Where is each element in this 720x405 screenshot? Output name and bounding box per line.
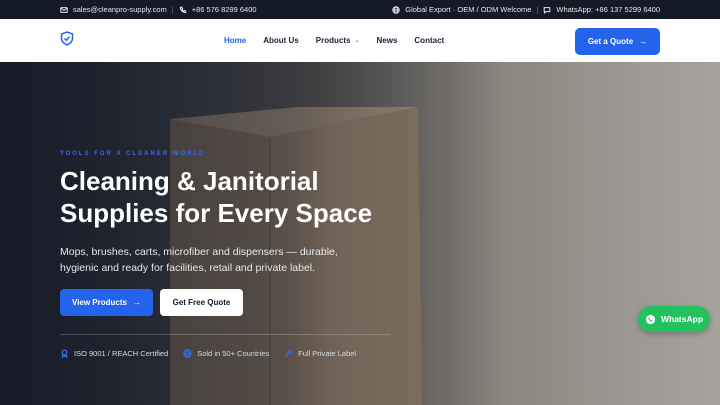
phone-icon [179, 6, 187, 13]
get-free-quote-button[interactable]: Get Free Quote [160, 289, 243, 316]
separator: | [536, 5, 539, 14]
nav-home[interactable]: Home [224, 36, 246, 45]
export-info: Global Export · OEM / ODM Welcome | What… [392, 5, 660, 14]
arrow-right-icon: → [639, 37, 648, 46]
badge-certified: ISO 9001 / REACH Certified [60, 349, 168, 358]
nav-products[interactable]: Products ⌄ [316, 36, 360, 45]
contact-info: sales@cleanpro-supply.com | +86 576 8299… [60, 5, 257, 14]
site-header: Home About Us Products ⌄ News Contact Get… [0, 19, 720, 62]
export-note: Global Export · OEM / ODM Welcome [405, 5, 532, 14]
whatsapp-float-button[interactable]: WhatsApp [638, 306, 710, 332]
pin-icon [285, 349, 293, 358]
shield-check-icon [60, 30, 74, 46]
nav-news[interactable]: News [377, 36, 398, 45]
hero-subtitle: Mops, brushes, carts, microfiber and dis… [60, 246, 338, 274]
badge-countries: Sold in 50+ Countries [183, 349, 269, 358]
whatsapp-icon [645, 314, 656, 324]
email-link[interactable]: sales@cleanpro-supply.com [73, 5, 167, 14]
hero-title: Cleaning & Janitorial Supplies for Every… [60, 166, 373, 228]
separator: | [171, 5, 174, 14]
hero-section: TOOLS FOR A CLEANER WORLD Cleaning & Jan… [0, 62, 720, 405]
main-nav: Home About Us Products ⌄ News Contact [224, 19, 461, 62]
top-bar: sales@cleanpro-supply.com | +86 576 8299… [0, 0, 720, 19]
nav-contact[interactable]: Contact [414, 36, 444, 45]
arrow-right-icon: → [132, 298, 141, 307]
whatsapp-number[interactable]: WhatsApp: +86 137 5299 6400 [556, 5, 660, 14]
award-icon [61, 349, 68, 358]
view-products-button[interactable]: View Products → [60, 289, 153, 316]
chevron-down-icon: ⌄ [354, 38, 360, 44]
mail-icon [60, 6, 68, 13]
logo[interactable] [60, 30, 74, 51]
chat-icon [544, 6, 551, 14]
phone-link[interactable]: +86 576 8299 6400 [192, 5, 257, 14]
badge-private-label: Full Private Label [284, 349, 356, 358]
globe-icon [183, 349, 192, 358]
hero-divider [60, 334, 390, 335]
get-quote-button[interactable]: Get a Quote → [575, 28, 660, 55]
globe-icon [392, 5, 400, 14]
nav-about[interactable]: About Us [263, 36, 299, 45]
trust-badges: ISO 9001 / REACH Certified Sold in 50+ C… [60, 349, 356, 358]
hero-eyebrow: TOOLS FOR A CLEANER WORLD [60, 151, 206, 157]
